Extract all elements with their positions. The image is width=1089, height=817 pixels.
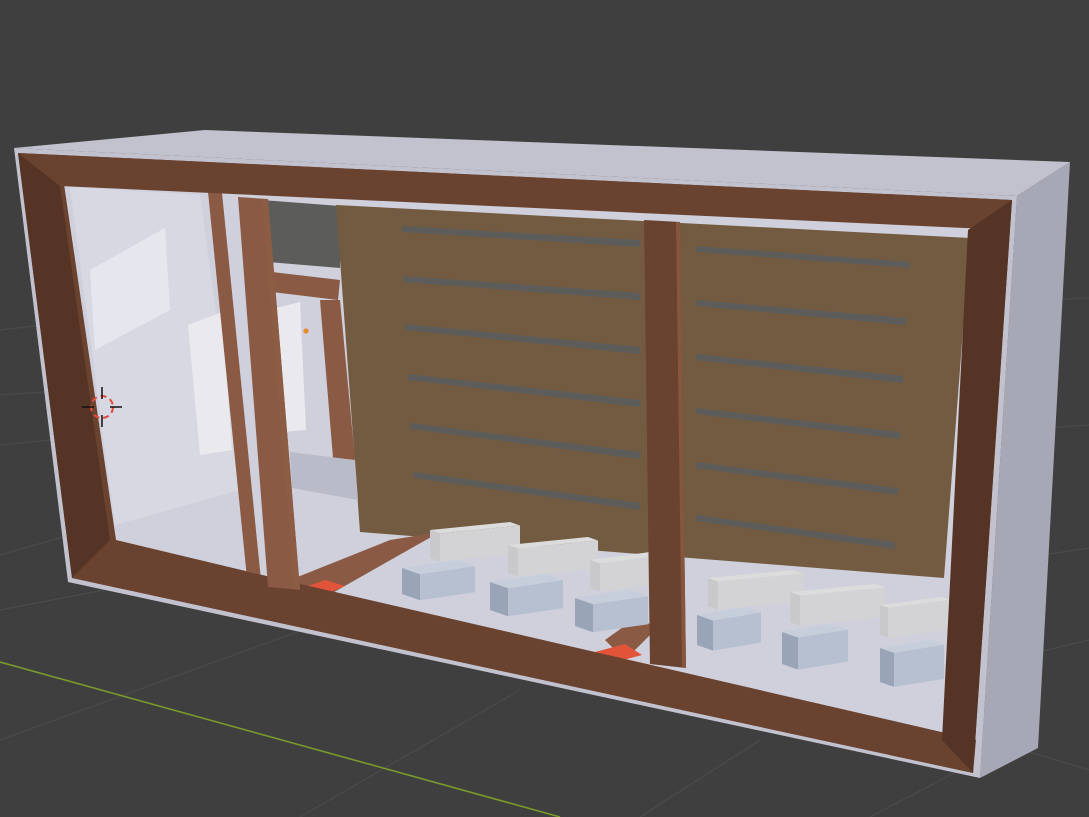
back-top-gap xyxy=(262,200,340,268)
block-face xyxy=(880,648,894,687)
block-face xyxy=(697,615,713,651)
storage-block xyxy=(697,607,761,651)
block-face xyxy=(790,592,800,626)
3d-viewport[interactable] xyxy=(0,0,1089,817)
block-face xyxy=(430,530,440,562)
grid-line xyxy=(0,619,331,741)
block-face xyxy=(508,545,518,577)
block-face xyxy=(782,632,798,670)
viewport-scene[interactable] xyxy=(0,0,1089,817)
grid-line xyxy=(639,739,761,817)
grid-line xyxy=(869,769,961,817)
block-face xyxy=(880,605,888,638)
x-axis-line xyxy=(0,661,561,817)
storage-block xyxy=(782,624,848,670)
grid-line xyxy=(0,534,71,556)
object-origin-icon[interactable] xyxy=(303,328,309,334)
block-face xyxy=(590,560,600,592)
block-face xyxy=(708,578,718,610)
storage-block xyxy=(880,640,944,687)
